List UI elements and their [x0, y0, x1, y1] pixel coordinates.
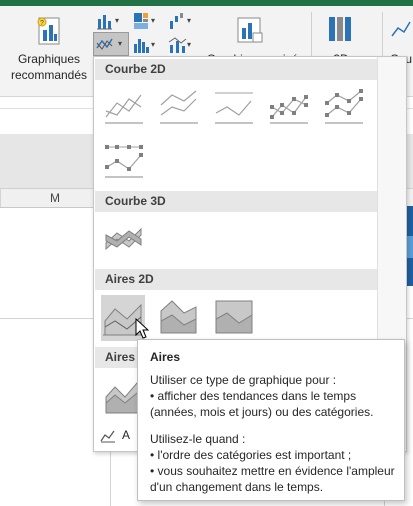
- line-markers-thumb-icon: [270, 95, 308, 124]
- more-line-charts-link[interactable]: A: [100, 427, 140, 445]
- tooltip-line: Utiliser ce type de graphique pour :: [150, 373, 337, 387]
- combo-chart-button[interactable]: ▾: [167, 34, 191, 56]
- stacked-line-thumb-icon: [160, 90, 198, 124]
- tooltip-line: • l'ordre des catégories est important ;: [150, 448, 352, 462]
- section-header-area-3d: Aires: [95, 347, 141, 368]
- chart-type-tooltip: Aires Utiliser ce type de graphique pour…: [137, 339, 405, 501]
- line-chart-icon: [96, 38, 113, 50]
- mouse-cursor-icon: [135, 318, 149, 339]
- recommended-charts-button[interactable]: ? Graphiques recommandés: [8, 12, 90, 88]
- 3d-line-thumb-icon: [105, 227, 142, 251]
- chart-type-3d-line[interactable]: [103, 219, 145, 259]
- tooltip-line: (années, mois et jours) ou des catégorie…: [150, 405, 374, 419]
- percent-stacked-line-thumb-icon: [215, 92, 253, 124]
- chart-type-100-stacked-line-markers[interactable]: [103, 141, 145, 181]
- line-area-chart-button[interactable]: ▾: [93, 32, 129, 56]
- tooltip-line: d'un changement dans le temps.: [150, 480, 324, 494]
- chevron-down-icon: ▾: [151, 16, 156, 25]
- more-line-charts-label: A: [122, 428, 131, 442]
- stacked-area-thumb-icon: [160, 300, 197, 334]
- chart-type-stacked-line-markers[interactable]: [323, 87, 365, 127]
- tooltip-title: Aires: [150, 350, 181, 364]
- percent-stacked-area-thumb-icon: [215, 300, 253, 334]
- hierarchy-chart-button[interactable]: ▾: [131, 10, 155, 32]
- line-chart-thumb-icon: [105, 94, 143, 124]
- chart-type-100-stacked-line[interactable]: [213, 87, 255, 127]
- recommended-charts-label-1: Graphiques: [17, 52, 81, 66]
- stacked-line-markers-thumb-icon: [325, 89, 363, 124]
- chart-type-line[interactable]: [103, 87, 145, 127]
- tooltip-line: • afficher des tendances dans le temps: [150, 389, 357, 403]
- sparkline-line-icon: [391, 21, 411, 37]
- chevron-down-icon: ▾: [187, 16, 192, 25]
- chevron-down-icon: ▾: [151, 40, 156, 49]
- svg-text:?: ?: [40, 20, 44, 27]
- section-header-area-2d: Aires 2D: [95, 269, 385, 290]
- chevron-down-icon: ▾: [115, 16, 120, 25]
- chart-type-stacked-line[interactable]: [158, 87, 200, 127]
- column-chart-button[interactable]: ▾: [95, 10, 119, 32]
- chart-type-stacked-area[interactable]: [158, 297, 200, 337]
- recommended-charts-icon: ?: [37, 17, 60, 45]
- tooltip-line: • vous souhaitez mettre en évidence l'am…: [150, 464, 395, 478]
- recommended-charts-label-2: recommandés: [10, 68, 88, 82]
- section-header-line-2d: Courbe 2D: [95, 59, 385, 80]
- percent-stacked-line-markers-thumb-icon: [105, 145, 143, 178]
- chevron-down-icon: ▾: [187, 40, 192, 49]
- line-chart-small-icon: [100, 430, 115, 443]
- pivot-chart-icon: [237, 17, 263, 43]
- section-header-line-3d: Courbe 3D: [95, 191, 385, 212]
- waterfall-chart-button[interactable]: ▾: [167, 10, 191, 32]
- chart-type-100-stacked-area[interactable]: [213, 297, 255, 337]
- statistic-chart-button[interactable]: ▾: [131, 34, 155, 56]
- chevron-down-icon: ▾: [118, 39, 123, 48]
- chart-type-line-markers[interactable]: [268, 87, 310, 127]
- globe-icon: [329, 17, 351, 41]
- tooltip-line: Utilisez-le quand :: [150, 432, 246, 446]
